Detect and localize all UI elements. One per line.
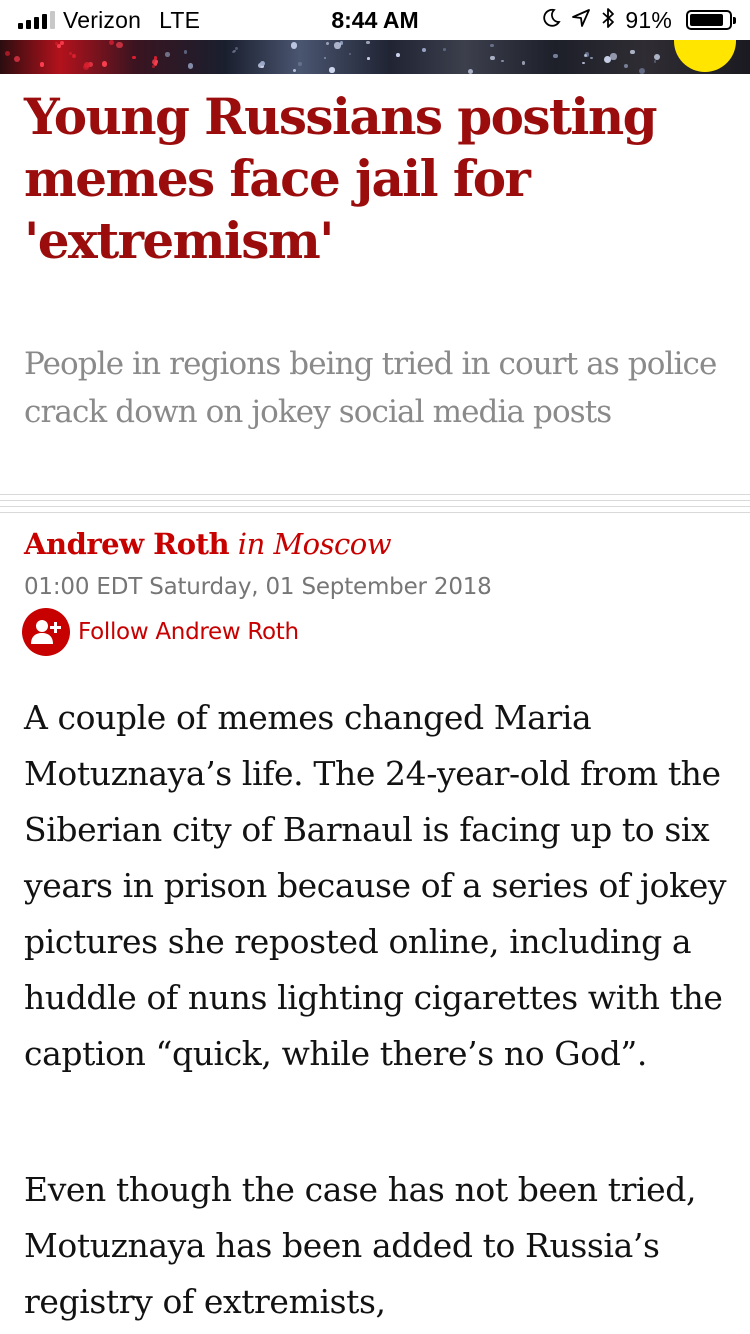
follow-author-button[interactable]: Follow Andrew Roth — [22, 607, 299, 657]
article-byline: Andrew Roth in Moscow — [24, 524, 392, 564]
hero-speck — [4, 50, 10, 56]
battery-icon — [686, 10, 736, 30]
hero-speck — [603, 56, 611, 64]
hero-speck — [467, 68, 473, 74]
hero-speck — [639, 67, 646, 74]
article-dateline: 01:00 EDT Saturday, 01 September 2018 — [24, 574, 492, 600]
hero-speck — [132, 55, 136, 60]
hero-speck — [13, 56, 20, 63]
hero-speck — [323, 56, 327, 60]
hero-speck — [116, 41, 123, 49]
byline-location: in Moscow — [237, 527, 392, 561]
hero-speck — [82, 63, 90, 71]
hero-speck — [187, 63, 193, 69]
section-divider — [0, 494, 750, 514]
hero-speck — [259, 60, 266, 67]
hero-speck — [490, 55, 496, 61]
hero-speck — [39, 62, 45, 67]
moon-icon — [541, 8, 561, 33]
hero-speck — [326, 41, 330, 45]
byline-author[interactable]: Andrew Roth — [24, 527, 230, 561]
hero-speck — [582, 61, 585, 64]
article-headline: Young Russians posting memes face jail f… — [24, 87, 658, 270]
yellow-badge[interactable] — [674, 40, 736, 72]
hero-speck — [396, 53, 401, 58]
status-bar: Verizon LTE 8:44 AM 91% — [0, 0, 750, 40]
hero-speck — [653, 59, 657, 63]
hero-speck — [151, 64, 155, 68]
hero-speck — [71, 54, 77, 59]
hero-speck — [521, 61, 525, 65]
add-person-icon — [22, 608, 70, 656]
hero-speck — [334, 42, 341, 49]
follow-author-label: Follow Andrew Roth — [78, 619, 299, 645]
hero-speck — [583, 54, 587, 58]
hero-speck — [624, 64, 629, 69]
hero-speck — [421, 48, 426, 52]
hero-speck — [610, 53, 617, 60]
hero-speck — [184, 50, 188, 54]
hero-speck — [367, 57, 370, 60]
hero-speck — [348, 52, 352, 56]
hero-speck — [553, 53, 558, 58]
article-paragraph: A couple of memes changed Maria Motuznay… — [24, 698, 727, 1073]
hero-speck — [101, 61, 108, 67]
hero-speck — [365, 40, 370, 45]
hero-speck — [500, 59, 504, 63]
hero-speck — [293, 68, 297, 72]
hero-speck — [155, 60, 158, 63]
hero-speck — [54, 42, 58, 45]
hero-speck — [165, 52, 170, 57]
bluetooth-icon — [601, 7, 615, 34]
status-right: 91% — [541, 6, 736, 34]
hero-speck — [297, 62, 302, 66]
hero-speck — [234, 46, 239, 51]
location-arrow-icon — [571, 8, 591, 33]
hero-speck — [108, 40, 114, 46]
article-paragraph: Even though the case has not been tried,… — [24, 1170, 697, 1321]
article-standfirst: People in regions being tried in court a… — [24, 346, 717, 430]
hero-speck — [630, 49, 635, 54]
hero-speck — [329, 67, 335, 73]
hero-speck — [232, 50, 235, 53]
hero-speck — [290, 42, 298, 50]
hero-speck — [590, 57, 593, 60]
hero-speck — [443, 48, 447, 52]
hero-image — [0, 40, 750, 74]
hero-speck — [490, 43, 494, 48]
battery-percent: 91% — [625, 6, 672, 33]
hero-speck — [653, 53, 661, 61]
